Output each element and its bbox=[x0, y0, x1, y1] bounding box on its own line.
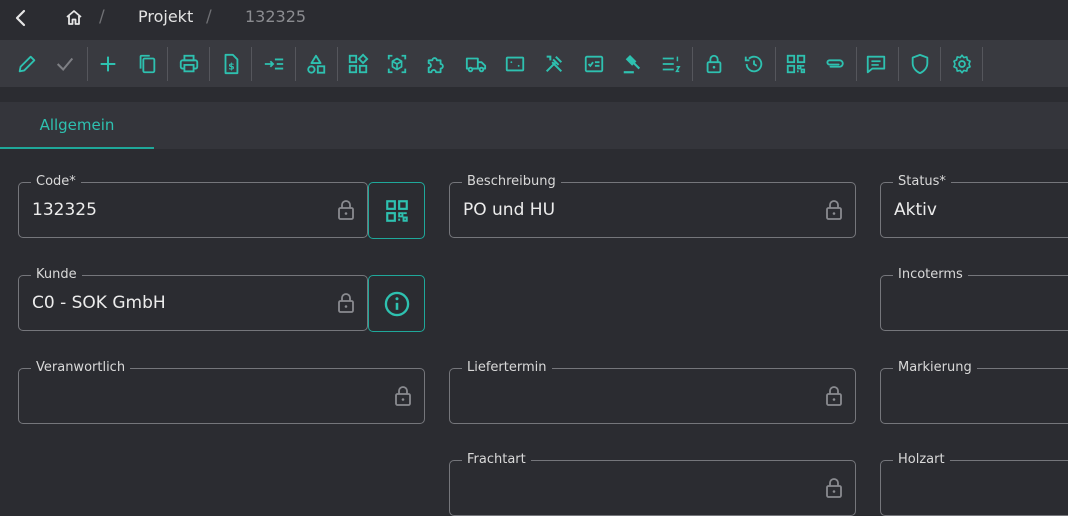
gavel-icon[interactable] bbox=[618, 50, 646, 78]
toolbar-divider bbox=[295, 47, 296, 81]
widgets-icon[interactable] bbox=[344, 50, 372, 78]
svg-text:$: $ bbox=[228, 62, 234, 73]
home-icon[interactable] bbox=[64, 8, 84, 28]
breadcrumb-current: 132325 bbox=[245, 7, 307, 26]
code-value: 132325 bbox=[32, 200, 97, 220]
qr-code-button[interactable] bbox=[368, 182, 425, 239]
veranwortlich-field[interactable]: Veranwortlich bbox=[18, 360, 425, 424]
toolbar-divider bbox=[209, 47, 210, 81]
qr-code-icon bbox=[385, 199, 408, 222]
beschreibung-value: PO und HU bbox=[463, 200, 556, 220]
tab-bar: Allgemein bbox=[0, 102, 1068, 149]
lock-icon bbox=[826, 386, 842, 406]
top-bar: / Projekt / 132325 bbox=[0, 0, 1068, 36]
ordered-list-icon[interactable] bbox=[657, 50, 685, 78]
toolbar-divider bbox=[856, 47, 857, 81]
tools-icon[interactable] bbox=[540, 50, 568, 78]
veranwortlich-label: Veranwortlich bbox=[31, 360, 131, 376]
toolbar-divider bbox=[982, 47, 983, 81]
liefertermin-label: Liefertermin bbox=[462, 360, 552, 376]
shield-icon[interactable] bbox=[906, 50, 934, 78]
check-icon[interactable] bbox=[51, 50, 79, 78]
status-label: Status* bbox=[893, 174, 951, 190]
lock-icon bbox=[338, 293, 354, 313]
incoterms-label: Incoterms bbox=[893, 267, 968, 283]
info-icon bbox=[384, 291, 409, 316]
toolbar-divider bbox=[940, 47, 941, 81]
lock-icon bbox=[826, 478, 842, 498]
kunde-field[interactable]: Kunde C0 - SOK GmbH bbox=[18, 267, 368, 331]
indent-icon[interactable] bbox=[260, 50, 288, 78]
shapes-icon[interactable] bbox=[302, 50, 330, 78]
toolbar: $ bbox=[0, 40, 1068, 87]
truck-icon[interactable] bbox=[462, 50, 490, 78]
comment-icon[interactable] bbox=[862, 50, 890, 78]
checklist-icon[interactable] bbox=[580, 50, 608, 78]
code-field[interactable]: Code* 132325 bbox=[18, 174, 368, 238]
lock-icon bbox=[395, 386, 411, 406]
toolbar-divider bbox=[898, 47, 899, 81]
toolbar-divider bbox=[251, 47, 252, 81]
invoice-icon[interactable]: $ bbox=[217, 50, 245, 78]
kunde-label: Kunde bbox=[31, 267, 82, 283]
holzart-label: Holzart bbox=[893, 452, 950, 468]
lock-icon bbox=[338, 200, 354, 220]
beschreibung-field[interactable]: Beschreibung PO und HU bbox=[449, 174, 856, 238]
attachment-icon[interactable] bbox=[821, 50, 849, 78]
breadcrumb-projekt[interactable]: Projekt bbox=[138, 7, 193, 26]
beschreibung-label: Beschreibung bbox=[462, 174, 561, 190]
breadcrumb-separator: / bbox=[99, 7, 105, 27]
liefertermin-field[interactable]: Liefertermin bbox=[449, 360, 856, 424]
toolbar-divider bbox=[775, 47, 776, 81]
markierung-label: Markierung bbox=[893, 360, 977, 376]
add-icon[interactable] bbox=[94, 50, 122, 78]
back-icon[interactable] bbox=[9, 6, 31, 30]
toolbar-divider bbox=[337, 47, 338, 81]
lock-icon[interactable] bbox=[700, 50, 728, 78]
info-button[interactable] bbox=[368, 275, 425, 332]
toolbar-divider bbox=[87, 47, 88, 81]
copy-icon[interactable] bbox=[133, 50, 161, 78]
status-value: Aktiv bbox=[894, 200, 937, 220]
qr-code-icon[interactable] bbox=[782, 50, 810, 78]
history-icon[interactable] bbox=[740, 50, 768, 78]
settings-icon[interactable] bbox=[948, 50, 976, 78]
breadcrumb-separator: / bbox=[206, 7, 212, 27]
frachtart-label: Frachtart bbox=[462, 452, 531, 468]
extension-icon[interactable] bbox=[422, 50, 450, 78]
print-icon[interactable] bbox=[175, 50, 203, 78]
crop-free-icon[interactable] bbox=[501, 50, 529, 78]
frachtart-field[interactable]: Frachtart bbox=[449, 452, 856, 516]
markierung-field[interactable]: Markierung bbox=[880, 360, 1068, 424]
lock-icon bbox=[826, 200, 842, 220]
tab-allgemein[interactable]: Allgemein bbox=[0, 102, 154, 149]
holzart-field[interactable]: Holzart bbox=[880, 452, 1068, 516]
toolbar-divider bbox=[167, 47, 168, 81]
incoterms-field[interactable]: Incoterms bbox=[880, 267, 1068, 331]
toolbar-divider bbox=[692, 47, 693, 81]
code-label: Code* bbox=[31, 174, 81, 190]
edit-icon[interactable] bbox=[13, 50, 41, 78]
view-in-ar-icon[interactable] bbox=[383, 50, 411, 78]
kunde-value: C0 - SOK GmbH bbox=[32, 293, 166, 313]
status-field[interactable]: Status* Aktiv bbox=[880, 174, 1068, 238]
